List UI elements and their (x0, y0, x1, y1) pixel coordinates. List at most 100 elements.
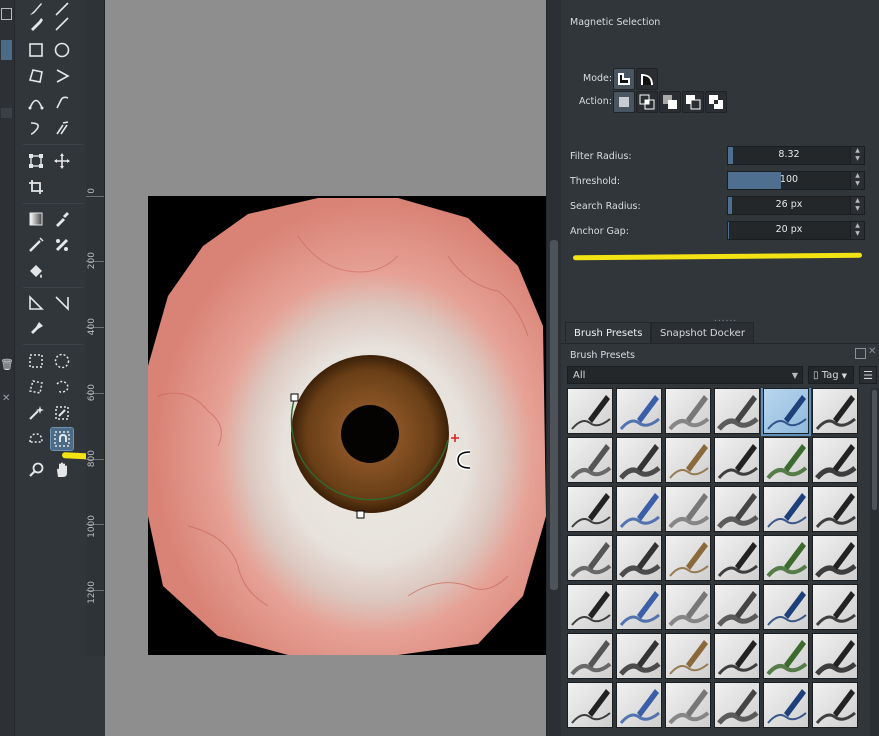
layer-icon[interactable] (1, 40, 12, 60)
brush-preset-item[interactable] (567, 633, 613, 679)
brush-preset-item[interactable] (714, 388, 760, 434)
elliptical-selection-icon[interactable] (51, 350, 73, 372)
fill-icon[interactable] (25, 260, 47, 282)
spin-buttons[interactable]: ▲ ▼ (850, 197, 864, 214)
trash-icon[interactable]: 🗑 (0, 358, 14, 371)
polyline-icon[interactable] (51, 65, 73, 87)
transform-icon[interactable] (25, 150, 47, 172)
close-icon[interactable]: ✕ (868, 346, 876, 357)
freehand-brush-icon-2[interactable] (25, 13, 47, 35)
multibrush-icon[interactable] (51, 117, 73, 139)
brush-preset-item[interactable] (714, 633, 760, 679)
contiguous-selection-icon[interactable] (25, 402, 47, 424)
action-add-button[interactable] (659, 91, 681, 113)
brush-preset-item[interactable] (616, 682, 662, 728)
brush-preset-item[interactable] (763, 486, 809, 532)
brush-preset-item[interactable] (665, 486, 711, 532)
crop-icon[interactable] (25, 176, 47, 198)
collapse-handle[interactable] (1, 108, 12, 118)
brush-preset-item[interactable] (763, 437, 809, 483)
action-replace-button[interactable] (613, 91, 635, 113)
close-icon[interactable]: ✕ (2, 393, 10, 404)
brush-filter-dropdown[interactable]: All ▼ (567, 366, 803, 384)
assistant-icon[interactable] (51, 234, 73, 256)
brush-preset-item[interactable] (714, 535, 760, 581)
brush-preset-item[interactable] (665, 437, 711, 483)
brush-preset-item[interactable] (567, 388, 613, 434)
document-icon[interactable] (1, 8, 12, 20)
action-symmetric-difference-button[interactable] (705, 91, 727, 113)
search-radius-slider[interactable]: 26 px ▲ ▼ (727, 196, 865, 215)
action-subtract-button[interactable] (682, 91, 704, 113)
mode-polygonal-button[interactable] (613, 68, 635, 90)
dynamic-brush-icon[interactable] (25, 117, 47, 139)
tab-snapshot-docker[interactable]: Snapshot Docker (651, 322, 754, 344)
pan-icon[interactable] (51, 459, 73, 481)
brush-preset-item[interactable] (665, 388, 711, 434)
mode-curve-button[interactable] (636, 68, 658, 90)
brush-preset-item[interactable] (763, 584, 809, 630)
freehand-selection-icon[interactable] (51, 376, 73, 398)
move-icon[interactable] (51, 150, 73, 172)
similar-color-selection-icon[interactable] (51, 402, 73, 424)
brush-preset-item[interactable] (761, 388, 811, 436)
brush-preset-item[interactable] (665, 682, 711, 728)
magnetic-selection-icon[interactable] (50, 427, 74, 451)
tag-button[interactable]: ▯ Tag ▼ (808, 366, 854, 384)
brush-preset-item[interactable] (665, 633, 711, 679)
canvas-area[interactable] (105, 0, 546, 736)
zoom-icon[interactable] (25, 459, 47, 481)
spin-buttons[interactable]: ▲ ▼ (850, 222, 864, 239)
document-canvas[interactable] (148, 196, 546, 655)
canvas-vertical-scrollbar[interactable] (546, 0, 561, 736)
brush-preset-item[interactable] (714, 437, 760, 483)
brush-preset-item[interactable] (567, 535, 613, 581)
ellipse-icon[interactable] (51, 39, 73, 61)
brush-preset-item[interactable] (714, 584, 760, 630)
action-intersect-button[interactable] (636, 91, 658, 113)
filter-radius-slider[interactable]: 8.32 ▲ ▼ (727, 146, 865, 165)
brush-preset-item[interactable] (567, 486, 613, 532)
brush-preset-item[interactable] (714, 682, 760, 728)
brush-preset-item[interactable] (812, 535, 858, 581)
scrollbar-thumb[interactable] (872, 390, 877, 510)
tab-brush-presets[interactable]: Brush Presets (565, 322, 652, 344)
brush-preset-item[interactable] (812, 584, 858, 630)
polygon-icon[interactable] (25, 65, 47, 87)
gradient-icon[interactable] (25, 208, 47, 230)
scrollbar-thumb[interactable] (550, 240, 558, 590)
brush-preset-item[interactable] (812, 486, 858, 532)
spin-buttons[interactable]: ▲ ▼ (850, 147, 864, 164)
brush-preset-item[interactable] (812, 682, 858, 728)
brush-preset-item[interactable] (665, 584, 711, 630)
list-view-icon[interactable]: ☰ (859, 366, 877, 384)
brush-preset-item[interactable] (616, 388, 662, 434)
brush-preset-item[interactable] (665, 535, 711, 581)
threshold-slider[interactable]: 100 ▲ ▼ (727, 171, 865, 190)
measure-icon[interactable] (25, 292, 47, 314)
rectangle-icon[interactable] (25, 39, 47, 61)
straight-line-icon[interactable] (51, 13, 73, 35)
polygonal-selection-icon[interactable] (25, 376, 47, 398)
bezier-selection-icon[interactable] (25, 428, 47, 450)
brush-preset-item[interactable] (812, 437, 858, 483)
brush-preset-item[interactable] (616, 437, 662, 483)
brush-preset-item[interactable] (567, 682, 613, 728)
brush-preset-item[interactable] (812, 633, 858, 679)
brush-preset-item[interactable] (812, 388, 858, 434)
bezier-curve-icon[interactable] (25, 91, 47, 113)
brush-preset-item[interactable] (763, 535, 809, 581)
rectangular-selection-icon[interactable] (25, 350, 47, 372)
brush-preset-item[interactable] (763, 682, 809, 728)
freehand-path-icon[interactable] (51, 91, 73, 113)
brush-preset-item[interactable] (567, 584, 613, 630)
brush-preset-item[interactable] (714, 486, 760, 532)
preset-scrollbar[interactable] (870, 388, 879, 736)
brush-preset-item[interactable] (616, 633, 662, 679)
float-icon[interactable] (855, 348, 866, 359)
smart-patch-icon[interactable] (25, 234, 47, 256)
brush-preset-item[interactable] (616, 584, 662, 630)
brush-preset-item[interactable] (763, 633, 809, 679)
angle-icon[interactable] (51, 292, 73, 314)
brush-preset-item[interactable] (567, 437, 613, 483)
